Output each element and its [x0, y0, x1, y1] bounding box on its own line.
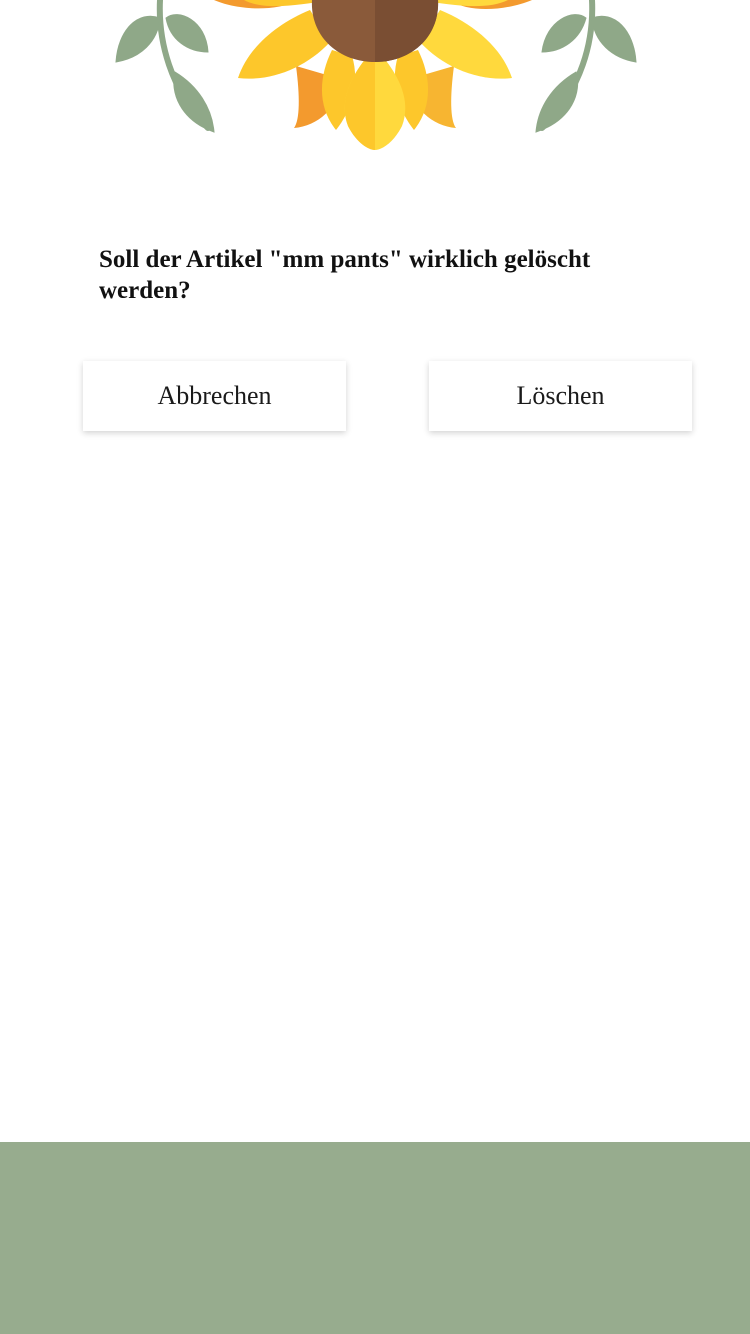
sunflower-illustration	[115, 0, 637, 150]
sunflower-icon	[214, 0, 532, 150]
left-branch-icon	[115, 0, 215, 133]
delete-button[interactable]: Löschen	[429, 361, 692, 431]
dialog-message: Soll der Artikel "mm pants" wirklich gel…	[99, 246, 591, 304]
cancel-button[interactable]: Abbrechen	[83, 361, 346, 431]
right-branch-icon	[535, 0, 637, 133]
footer-bar	[0, 1142, 750, 1334]
